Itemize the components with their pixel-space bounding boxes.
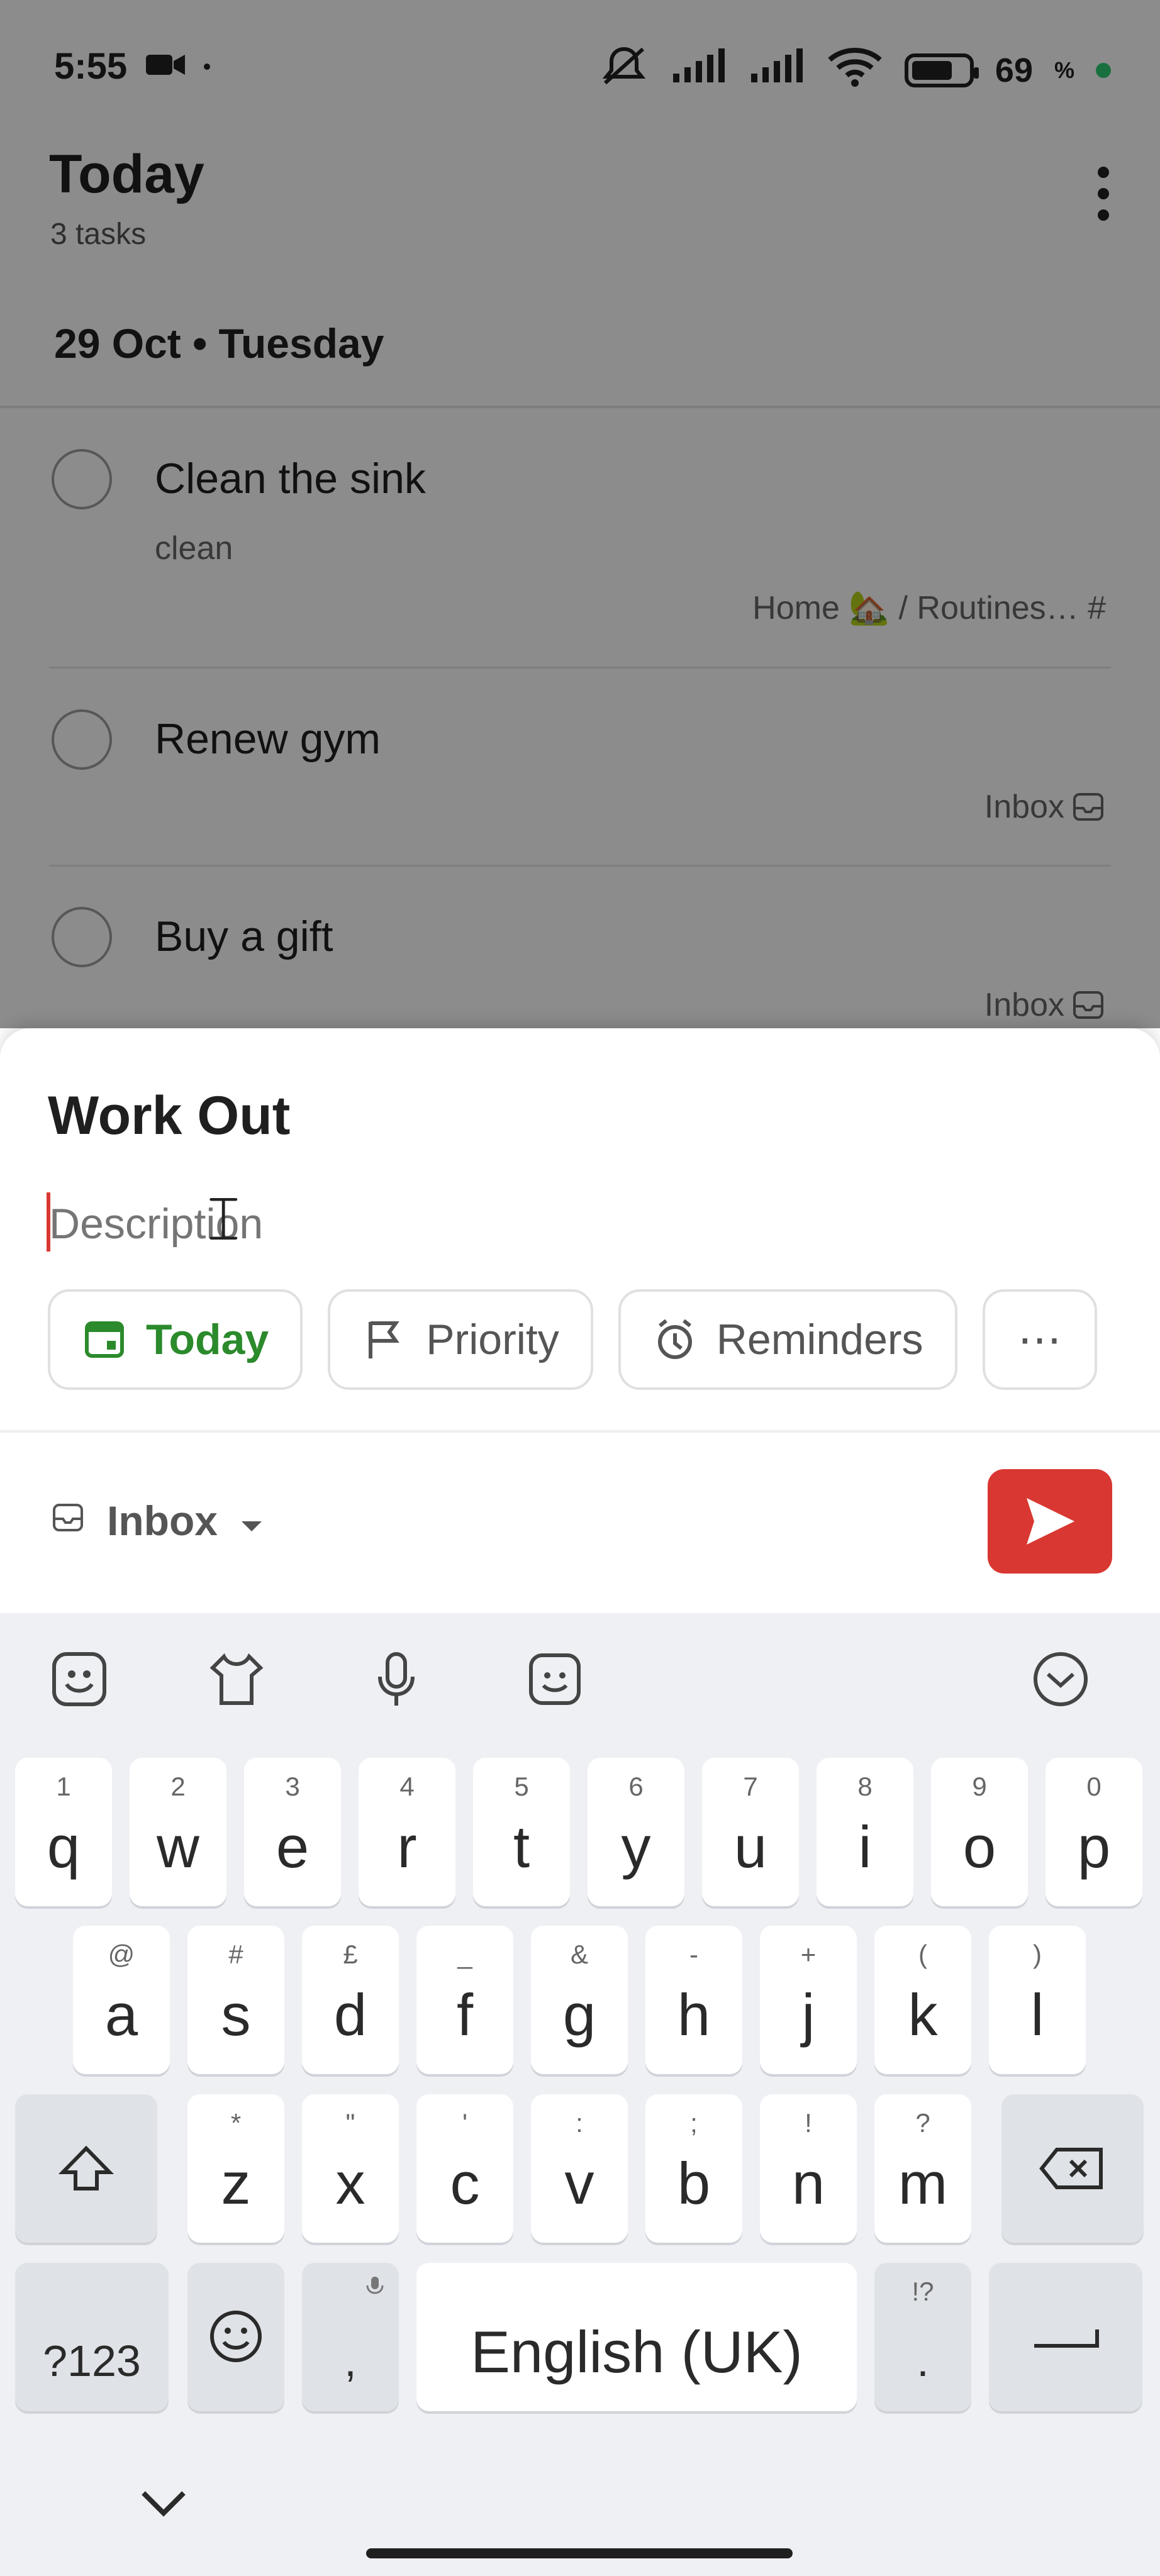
mic-small-icon [366,2277,384,2294]
description-input[interactable] [48,1189,805,1259]
text-cursor-icon: 𝙸 [201,1183,246,1253]
key-a[interactable]: @ a [73,1926,170,2074]
shift-key[interactable] [15,2094,157,2243]
key-b[interactable]: ; b [645,2094,742,2243]
enter-key[interactable] [989,2263,1142,2411]
key-z[interactable]: * z [187,2094,284,2243]
sticker-icon[interactable] [48,1648,111,1711]
flag-icon [369,1321,400,1358]
key-m[interactable]: ? m [874,2094,971,2243]
alarm-icon [657,1319,692,1359]
key-y[interactable]: 6y [588,1758,684,1906]
home-indicator[interactable] [366,2548,793,2558]
task-name[interactable]: Work Out [48,1085,290,1147]
shift-icon [58,2145,114,2190]
key-f[interactable]: _ f [416,1926,513,2074]
send-icon [1027,1498,1074,1545]
key-u[interactable]: 7u [702,1758,799,1906]
more-dots-icon: ⋯ [1017,1315,1062,1364]
priority-label: Priority [426,1316,559,1363]
key-n[interactable]: ! n [760,2094,857,2243]
project-label: Inbox [107,1497,218,1544]
backspace-key[interactable] [1001,2094,1144,2243]
text-caret [47,1192,50,1252]
key-w[interactable]: 2w [130,1758,226,1906]
key-x[interactable]: " x [302,2094,399,2243]
key-q[interactable]: 1q [15,1758,112,1906]
emoji-sticker-icon[interactable] [523,1648,586,1711]
sheet-divider [0,1430,1160,1433]
inbox-icon [50,1497,86,1545]
caret-down-icon [239,1497,264,1545]
more-chip[interactable]: ⋯ [982,1289,1097,1390]
key-g[interactable]: & g [531,1926,628,2074]
reminders-chip[interactable]: Reminders [618,1289,957,1390]
collapse-keyboard-icon[interactable] [1029,1648,1092,1711]
key-i[interactable]: 8i [817,1758,913,1906]
key-c[interactable]: ' c [416,2094,513,2243]
key-r[interactable]: 4r [359,1758,455,1906]
modal-overlay[interactable] [0,0,1160,1028]
key-j[interactable]: + j [760,1926,857,2074]
screen: { "status_bar": { "time": "5:55", "batte… [0,0,1160,2576]
symbols-key[interactable]: ?123 [15,2263,169,2411]
key-l[interactable]: ) l [989,1926,1086,2074]
comma-key[interactable]: , [302,2263,399,2411]
send-button[interactable] [988,1469,1112,1574]
task-options: Today Priority Reminders ⋯ [48,1289,1097,1390]
calendar-icon [85,1321,124,1358]
key-k[interactable]: (k [874,1926,971,2074]
chevron-down-icon[interactable] [138,2484,189,2522]
emoji-key[interactable] [187,2263,284,2411]
due-date-chip[interactable]: Today [48,1289,303,1390]
microphone-icon[interactable] [365,1648,428,1711]
key-p[interactable]: 0p [1046,1758,1142,1906]
period-key[interactable]: !?. [874,2263,971,2411]
key-e[interactable]: 3e [244,1758,341,1906]
backspace-icon [1039,2148,1103,2189]
space-key[interactable]: English (UK) [416,2263,857,2411]
priority-chip[interactable]: Priority [328,1289,593,1390]
key-o[interactable]: 9o [931,1758,1028,1906]
theme-shirt-icon[interactable] [205,1648,268,1711]
key-v[interactable]: :v [531,2094,628,2243]
enter-icon [1034,2329,1099,2348]
due-date-label: Today [146,1316,269,1363]
reminders-label: Reminders [716,1316,923,1363]
project-picker[interactable]: Inbox [50,1497,264,1545]
key-t[interactable]: 5t [473,1758,570,1906]
key-h[interactable]: -h [645,1926,742,2074]
emoji-icon [210,2311,262,2362]
key-d[interactable]: £ d [302,1926,399,2074]
key-s[interactable]: # s [187,1926,284,2074]
